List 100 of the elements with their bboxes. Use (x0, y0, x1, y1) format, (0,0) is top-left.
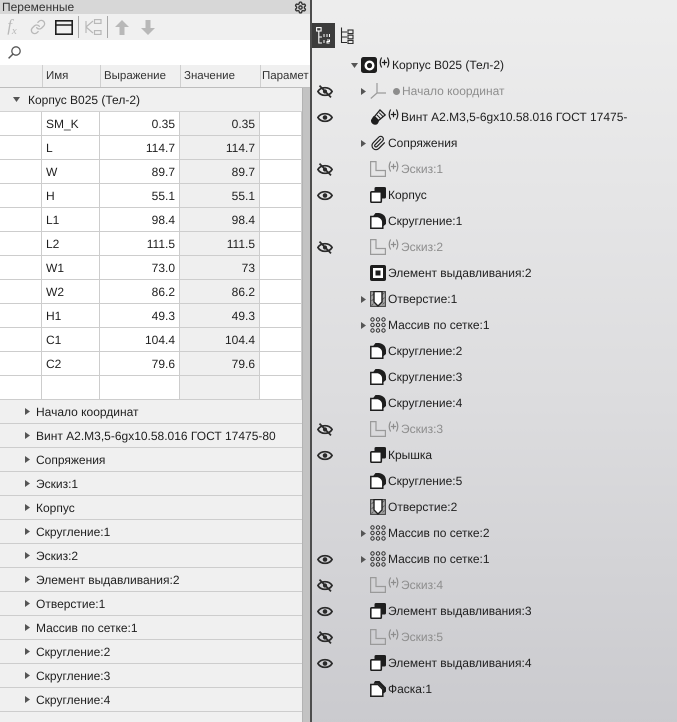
caret-right-icon[interactable] (25, 672, 30, 679)
search-icon (8, 46, 21, 59)
expression-cell[interactable]: 98.4 (100, 208, 180, 232)
caret-right-icon[interactable] (360, 322, 366, 328)
subgroup-label[interactable]: Начало координат (36, 404, 139, 418)
eye-off-icon[interactable] (317, 422, 333, 436)
search-field[interactable] (0, 40, 310, 65)
variable-name-cell[interactable]: W (42, 160, 100, 184)
subgroup-label[interactable]: Скругление:1 (36, 524, 110, 538)
eye-icon[interactable] (317, 606, 333, 616)
tree-item-label[interactable]: Массив по сетке:1 (388, 552, 490, 566)
tree-item-label[interactable]: Скругление:5 (388, 474, 462, 488)
caret-right-icon[interactable] (25, 528, 30, 535)
eye-off-icon[interactable] (317, 84, 333, 98)
expression-cell[interactable]: 114.7 (100, 136, 180, 160)
variable-name-cell[interactable]: L2 (42, 232, 100, 256)
caret-right-icon[interactable] (360, 88, 366, 94)
expression-cell[interactable]: 49.3 (100, 304, 180, 328)
caret-right-icon[interactable] (25, 576, 30, 583)
caret-right-icon[interactable] (25, 456, 30, 463)
eye-icon[interactable] (317, 112, 333, 122)
tree-item-label[interactable]: Корпус (388, 188, 427, 202)
variable-name-cell[interactable]: W2 (42, 280, 100, 304)
caret-down-icon[interactable] (350, 62, 358, 68)
expression-cell[interactable]: 89.7 (100, 160, 180, 184)
eye-icon[interactable] (317, 554, 333, 564)
caret-right-icon[interactable] (25, 480, 30, 487)
tree-item-label[interactable]: Массив по сетке:1 (388, 318, 490, 332)
value-cell: 104.4 (180, 328, 260, 352)
link-icon (30, 19, 46, 35)
tree-item-label[interactable]: Элемент выдавливания:3 (388, 604, 532, 618)
eye-icon[interactable] (317, 658, 333, 668)
subgroup-label[interactable]: Скругление:4 (36, 692, 110, 706)
eye-icon[interactable] (317, 450, 333, 460)
eye-icon[interactable] (317, 190, 333, 200)
subgroup-label[interactable]: Корпус (36, 500, 75, 514)
tree-item-label[interactable]: Корпус B025 (Тел-2) (392, 58, 504, 72)
variable-name-cell[interactable]: L (42, 136, 100, 160)
expression-cell[interactable]: 111.5 (100, 232, 180, 256)
tree-item-label[interactable]: Скругление:4 (388, 396, 462, 410)
variable-name-cell[interactable]: W1 (42, 256, 100, 280)
caret-right-icon[interactable] (360, 296, 366, 302)
eye-off-icon[interactable] (317, 578, 333, 592)
eye-off-icon[interactable] (317, 630, 333, 644)
caret-right-icon[interactable] (25, 504, 30, 511)
variable-name-cell[interactable]: SM_K (42, 112, 100, 136)
tree-item-label[interactable]: Отверстие:2 (388, 500, 458, 514)
tree-item-label[interactable]: Крышка (388, 448, 432, 462)
numbered-tree-button[interactable] (312, 23, 335, 48)
expression-cell[interactable]: 104.4 (100, 328, 180, 352)
caret-right-icon[interactable] (25, 552, 30, 559)
caret-right-icon[interactable] (360, 140, 366, 146)
group-label[interactable]: Корпус B025 (Тел-2) (28, 92, 140, 106)
tree-item-label[interactable]: Скругление:2 (388, 344, 462, 358)
tree-item-label[interactable]: Элемент выдавливания:4 (388, 656, 532, 670)
tree-item-label[interactable]: Скругление:1 (388, 214, 462, 228)
tree-item-label[interactable]: Отверстие:1 (388, 292, 458, 306)
caret-right-icon[interactable] (25, 624, 30, 631)
subgroup-label[interactable]: Скругление:3 (36, 668, 110, 682)
tree-item-label[interactable]: Скругление:3 (388, 370, 462, 384)
subgroup-label[interactable]: Отверстие:1 (36, 596, 106, 610)
caret-right-icon[interactable] (25, 648, 30, 655)
tree-item-label[interactable]: Элемент выдавливания:2 (388, 266, 532, 280)
caret-right-icon[interactable] (25, 600, 30, 607)
variable-name-cell[interactable]: C2 (42, 352, 100, 376)
expression-cell[interactable]: 0.35 (100, 112, 180, 136)
eye-off-icon[interactable] (317, 162, 333, 176)
subgroup-label[interactable]: Массив по сетке:1 (36, 620, 138, 634)
caret-right-icon[interactable] (25, 696, 30, 703)
settings-icon[interactable] (294, 0, 307, 14)
subgroup-label[interactable]: Эскиз:1 (36, 476, 78, 490)
column-header[interactable]: Выражение (100, 65, 180, 87)
eye-off-icon[interactable] (317, 240, 333, 254)
subgroup-label[interactable]: Сопряжения (36, 452, 106, 466)
tree-item-label[interactable]: Массив по сетке:2 (388, 526, 490, 540)
expression-cell[interactable]: 79.6 (100, 352, 180, 376)
expression-cell[interactable]: 73.0 (100, 256, 180, 280)
tree-icon (339, 27, 354, 44)
tree-item-label[interactable]: Фаска:1 (388, 682, 432, 696)
subgroup-label[interactable]: Винт A2.M3,5-6gx10.58.016 ГОСТ 17475-80 (36, 428, 276, 442)
caret-right-icon[interactable] (25, 432, 30, 439)
subgroup-label[interactable]: Скругление:2 (36, 644, 110, 658)
caret-right-icon[interactable] (360, 530, 366, 536)
variable-name-cell[interactable]: H1 (42, 304, 100, 328)
column-header[interactable]: Имя (42, 65, 100, 87)
variable-name-cell[interactable]: H (42, 184, 100, 208)
column-header[interactable]: Значение (180, 65, 260, 87)
caret-right-icon[interactable] (25, 408, 30, 415)
caret-right-icon[interactable] (360, 556, 366, 562)
variable-name-cell[interactable]: L1 (42, 208, 100, 232)
subgroup-label[interactable]: Эскиз:2 (36, 548, 78, 562)
arrow-down-icon (141, 20, 155, 34)
tree-item-label[interactable]: Винт A2.M3,5-6gx10.58.016 ГОСТ 17475- (401, 110, 628, 124)
expression-cell[interactable]: 86.2 (100, 280, 180, 304)
caret-down-icon[interactable] (13, 97, 20, 102)
expression-cell[interactable]: 55.1 (100, 184, 180, 208)
tree-item-label[interactable]: Сопряжения (388, 136, 458, 150)
subgroup-label[interactable]: Элемент выдавливания:2 (36, 572, 180, 586)
variable-name-cell[interactable]: C1 (42, 328, 100, 352)
scrollbar[interactable] (302, 88, 310, 722)
